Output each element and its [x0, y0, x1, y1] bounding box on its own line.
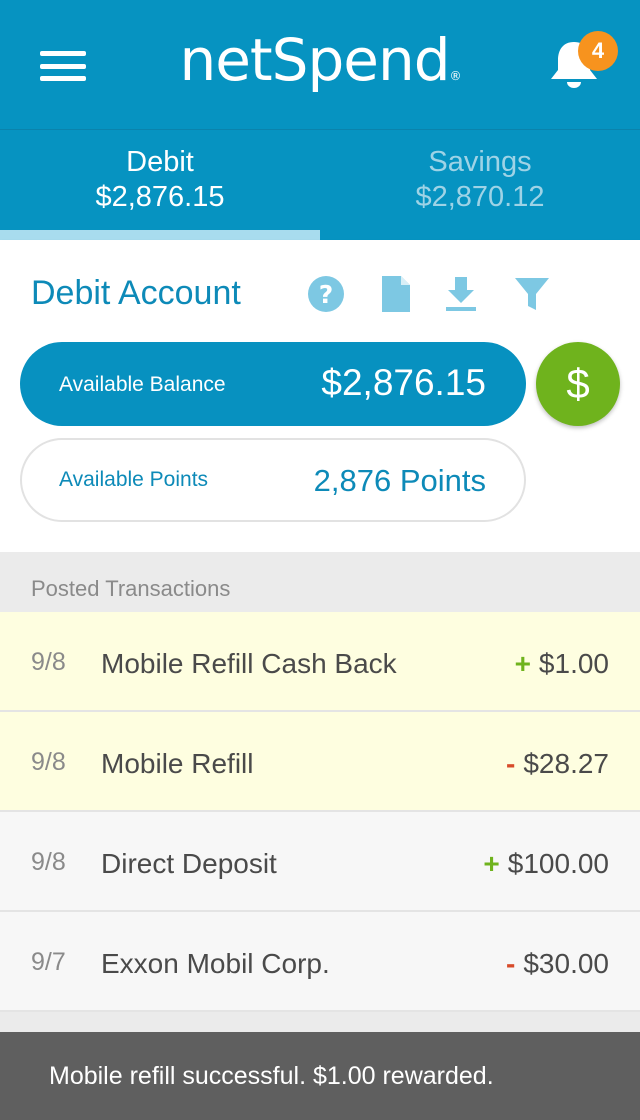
- transaction-description: Mobile Refill: [101, 748, 254, 779]
- help-icon[interactable]: ?: [306, 274, 346, 314]
- transaction-row[interactable]: 9/8 Mobile Refill - $28.27: [0, 712, 640, 812]
- transaction-description: Direct Deposit: [101, 848, 277, 879]
- section-header: Posted Transactions: [0, 552, 640, 612]
- available-balance-pill: Available Balance $2,876.15: [20, 342, 526, 426]
- tab-amount: $2,870.12: [415, 181, 545, 213]
- toast-message: Mobile refill successful. $1.00 rewarded…: [49, 1062, 494, 1090]
- toast-snackbar: Mobile refill successful. $1.00 rewarded…: [0, 1032, 640, 1120]
- tab-label: Debit: [126, 146, 194, 178]
- account-tabs: Debit $2,876.15 Savings $2,870.12: [0, 129, 640, 240]
- account-title: Debit Account: [31, 274, 241, 312]
- available-points-value: 2,876 Points: [313, 463, 486, 498]
- sign: +: [483, 848, 500, 879]
- available-points-pill: Available Points 2,876 Points: [20, 438, 526, 522]
- tab-savings[interactable]: Savings $2,870.12: [320, 130, 640, 240]
- account-card: Debit Account ? Available Balance $2,876…: [0, 240, 640, 552]
- transaction-amount: - $30.00: [506, 948, 609, 979]
- transaction-row[interactable]: 9/8 Direct Deposit + $100.00: [0, 812, 640, 912]
- download-icon[interactable]: [441, 274, 481, 314]
- notification-badge: 4: [578, 31, 618, 71]
- top-app-bar: netSpend® 4: [0, 0, 640, 129]
- sign: -: [506, 748, 516, 779]
- transaction-date: 9/7: [31, 948, 66, 976]
- transaction-amount: + $100.00: [483, 848, 609, 879]
- tab-label: Savings: [428, 146, 532, 178]
- sign: +: [514, 648, 531, 679]
- transaction-date: 9/8: [31, 648, 66, 676]
- transaction-description: Mobile Refill Cash Back: [101, 648, 397, 679]
- document-icon[interactable]: [376, 274, 416, 314]
- available-points-label: Available Points: [59, 468, 209, 491]
- transaction-date: 9/8: [31, 848, 66, 876]
- transaction-description: Exxon Mobil Corp.: [101, 948, 330, 979]
- filter-icon[interactable]: [512, 274, 552, 314]
- netspend-logo: netSpend®: [179, 26, 461, 94]
- transaction-row[interactable]: 9/7 Exxon Mobil Corp. - $30.00: [0, 912, 640, 1012]
- section-title: Posted Transactions: [31, 576, 231, 601]
- tab-debit[interactable]: Debit $2,876.15: [0, 130, 320, 240]
- svg-text:?: ?: [319, 280, 334, 309]
- available-balance-label: Available Balance: [59, 373, 226, 396]
- sign: -: [506, 948, 516, 979]
- available-balance-value: $2,876.15: [321, 362, 486, 403]
- dollar-button[interactable]: $: [536, 342, 620, 426]
- transaction-date: 9/8: [31, 748, 66, 776]
- tab-amount: $2,876.15: [95, 181, 225, 213]
- transaction-row[interactable]: 9/8 Mobile Refill Cash Back + $1.00: [0, 612, 640, 712]
- transaction-amount: + $1.00: [514, 648, 609, 679]
- active-tab-indicator: [0, 230, 320, 240]
- transaction-amount: - $28.27: [506, 748, 609, 779]
